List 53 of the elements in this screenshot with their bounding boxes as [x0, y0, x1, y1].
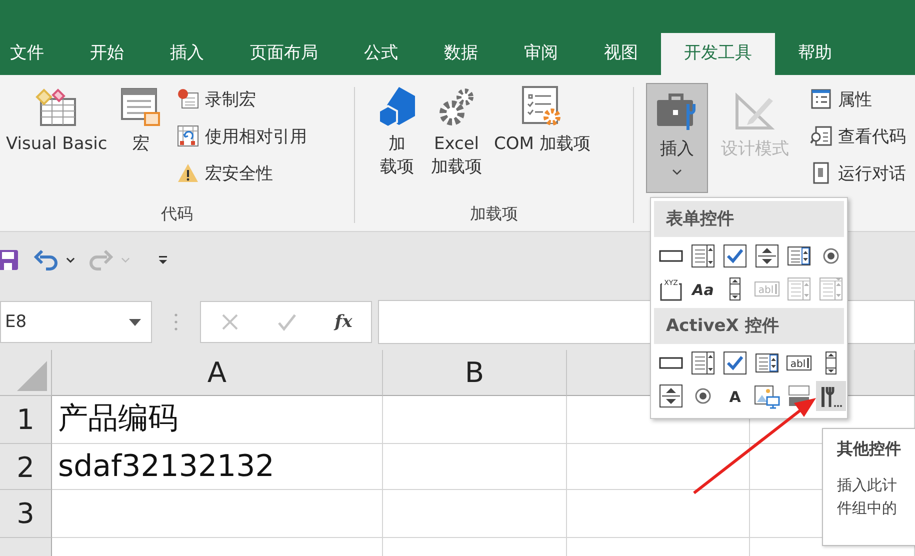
view-code-icon [810, 125, 832, 147]
row-header[interactable]: 1 [0, 396, 52, 444]
warning-icon [177, 162, 200, 184]
menu-section-header: ActiveX 控件 [654, 308, 844, 344]
ribbon-tab[interactable]: 帮助 [775, 33, 855, 75]
tooltip-title: 其他控件 [837, 439, 902, 460]
insert-button[interactable]: 插入 [646, 83, 708, 193]
ribbon-tab[interactable]: 数据 [421, 33, 501, 75]
properties-icon [810, 88, 832, 110]
name-box[interactable]: E8 [0, 301, 152, 343]
add-ins-button[interactable]: 加 载项 [369, 85, 425, 179]
caret-icon[interactable] [66, 257, 75, 263]
ribbon-tab[interactable]: 开始 [67, 33, 147, 75]
ribbon-tab[interactable]: 开发工具 [661, 33, 775, 75]
ribbon-command[interactable]: 属性 [810, 85, 906, 113]
row-header[interactable]: 3 [0, 490, 52, 538]
tooltip-text: 件组中的 [837, 499, 898, 518]
visual-basic-button[interactable]: Visual Basic [0, 85, 114, 156]
grip-icon [174, 312, 178, 332]
corner-triangle-icon [17, 361, 47, 391]
group-label: 代码 [160, 204, 194, 225]
ribbon-tab[interactable]: 审阅 [501, 33, 581, 75]
ribbon-tab[interactable]: 插入 [147, 33, 227, 75]
com-add-ins-button[interactable]: COM 加载项 [488, 85, 596, 156]
row-header[interactable]: 2 [0, 444, 52, 490]
save-icon[interactable] [0, 249, 20, 271]
insert-function-button[interactable]: fx [334, 312, 352, 332]
tools-icon[interactable] [816, 381, 846, 411]
ribbon-command[interactable]: 使用相对引用 [177, 122, 308, 150]
ribbon-tab[interactable]: 公式 [341, 33, 421, 75]
excel-add-ins-button[interactable]: Excel 加载项 [425, 85, 488, 179]
ribbon-tab[interactable]: 页面布局 [227, 33, 341, 75]
tooltip-text: 插入此计 [837, 476, 898, 495]
record-icon [177, 88, 200, 110]
ribbon-command[interactable]: 宏安全性 [177, 159, 308, 187]
column-header[interactable]: A [52, 350, 383, 396]
column-header[interactable]: B [383, 350, 567, 396]
ribbon-command[interactable]: 运行对话 [810, 159, 906, 187]
table-cell: 产品编码 [52, 396, 383, 444]
ribbon-command[interactable]: 查看代码 [810, 122, 906, 150]
customize-icon[interactable] [158, 255, 168, 265]
ribbon-tab[interactable]: 文件 [0, 33, 67, 75]
grid-arrow-icon [177, 125, 200, 147]
label-icon[interactable]: Aa [688, 274, 718, 304]
macros-button[interactable]: 宏 [113, 85, 170, 156]
dropdown-icon [129, 318, 141, 326]
ribbon-tab[interactable]: 视图 [581, 33, 661, 75]
group-label: 加载项 [469, 204, 519, 225]
ribbon-command[interactable]: 录制宏 [177, 85, 308, 113]
table-cell: sdaf32132132 [52, 444, 383, 490]
label-icon[interactable]: A [720, 381, 750, 411]
undo-icon[interactable] [34, 249, 58, 271]
menu-section-header: 表单控件 [654, 201, 844, 237]
